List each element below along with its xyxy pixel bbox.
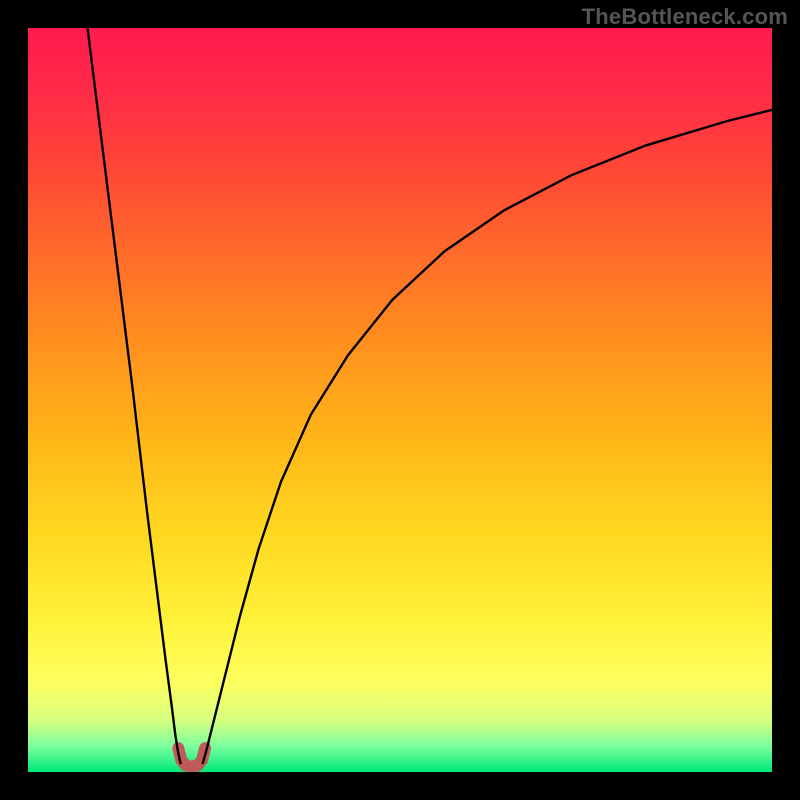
chart-frame: TheBottleneck.com	[0, 0, 800, 800]
heat-gradient-background	[28, 28, 772, 772]
watermark-text: TheBottleneck.com	[582, 4, 788, 30]
plot-area	[28, 28, 772, 772]
bottleneck-curve-chart	[28, 28, 772, 772]
